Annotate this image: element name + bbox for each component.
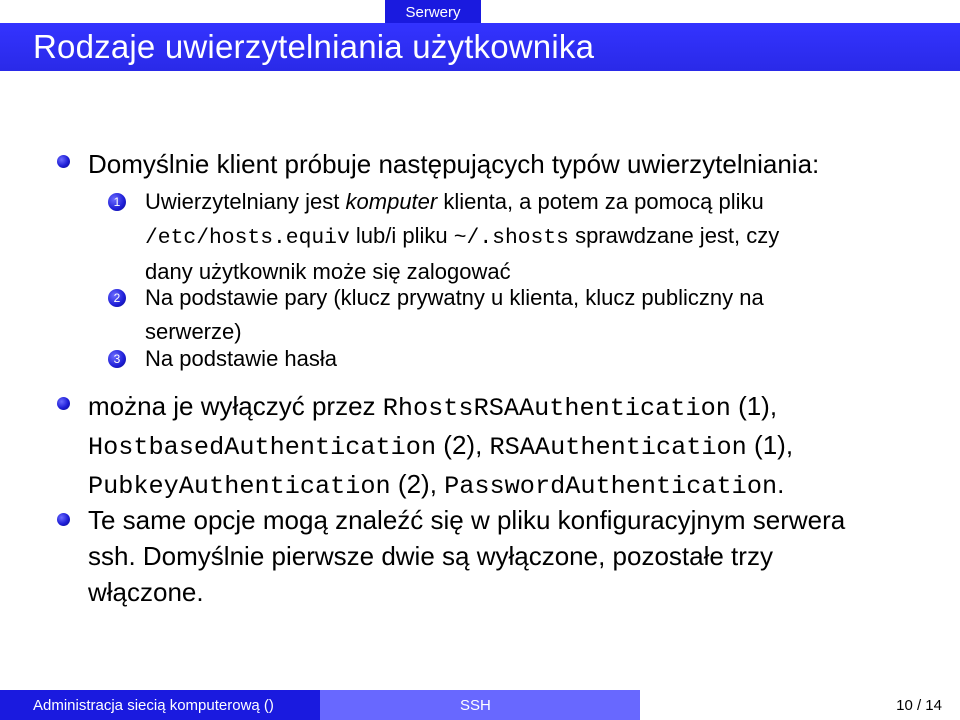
bullet-icon <box>57 397 70 410</box>
subitem-2: Na podstawie pary (klucz prywatny u klie… <box>145 285 764 344</box>
bullet-icon <box>57 513 70 526</box>
bullet-text: Domyślnie klient próbuje następujących t… <box>88 149 820 179</box>
number-badge-1: 1 <box>108 193 126 211</box>
footer-page-number: 10 / 14 <box>640 690 960 720</box>
slide-title: Rodzaje uwierzytelniania użytkownika <box>33 28 595 65</box>
bullet-text-config: Te same opcje mogą znaleźć się w pliku k… <box>88 505 846 607</box>
section-label[interactable]: Serwery <box>385 0 481 23</box>
number-badge-2: 2 <box>108 289 126 307</box>
footer: Administracja siecią komputerową () SSH … <box>0 690 960 720</box>
footer-topic: SSH <box>320 690 640 720</box>
subitem-3: Na podstawie hasła <box>145 346 338 371</box>
subitem-1: Uwierzytelniany jest komputer klienta, a… <box>145 189 780 284</box>
bullet-text-options: można je wyłączyć przez RhostsRSAAuthent… <box>88 391 794 501</box>
footer-author: Administracja siecią komputerową () <box>0 690 320 720</box>
bullet-icon <box>57 155 70 168</box>
number-badge-3: 3 <box>108 350 126 368</box>
